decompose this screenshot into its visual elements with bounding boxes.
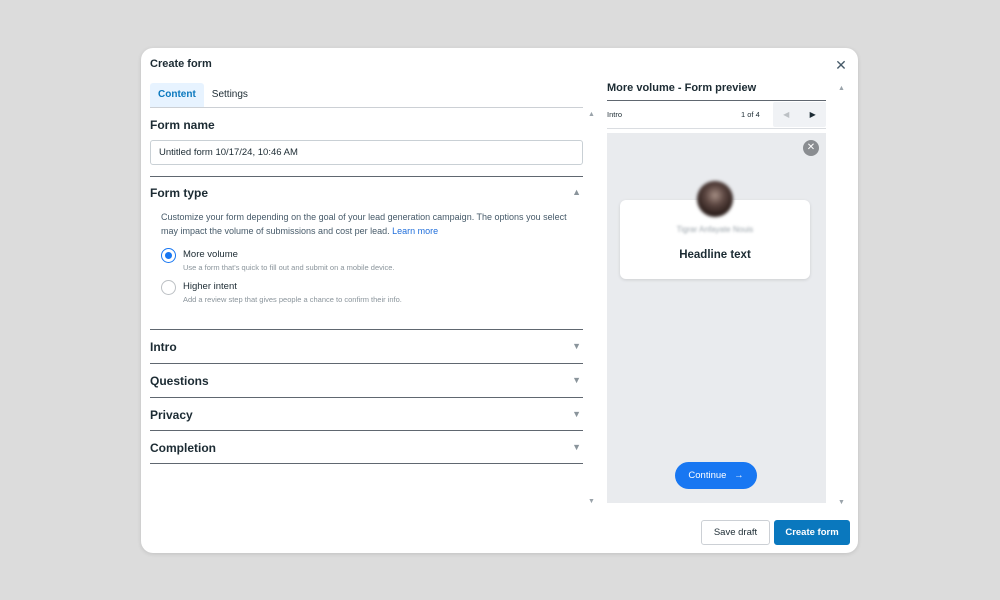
radio-description: Add a review step that gives people a ch… [183,295,402,304]
radio-higher-intent[interactable]: Higher intent Add a review step that giv… [161,280,402,304]
form-preview-canvas: ✕ Tigrar Anfayate Nouis Headline text Co… [607,133,826,503]
form-type-heading[interactable]: Form type [150,186,208,200]
form-type-description: Customize your form depending on the goa… [161,210,571,238]
arrow-right-icon: → [734,470,744,481]
preview-pager: ◀ ▶ [773,102,826,127]
radio-label: Higher intent [183,281,237,292]
scroll-up-icon[interactable]: ▲ [837,84,846,93]
scroll-down-icon[interactable]: ▼ [587,497,596,506]
section-title: Intro [150,340,177,354]
content-panel: Form name Form type ▲ Customize your for… [150,108,583,508]
chevron-down-icon[interactable]: ▼ [572,442,581,452]
previous-page-icon[interactable]: ◀ [773,102,800,127]
chevron-down-icon[interactable]: ▼ [572,375,581,385]
close-icon: ✕ [803,140,819,156]
preview-step-label: Intro [607,110,623,119]
save-draft-button[interactable]: Save draft [701,520,770,545]
page-name: Tigrar Anfayate Nouis [676,225,754,234]
section-title: Privacy [150,408,193,422]
section-divider [150,176,583,177]
learn-more-link[interactable]: Learn more [392,226,438,236]
preview-title-divider [607,100,826,101]
scroll-down-icon[interactable]: ▼ [837,498,846,507]
left-scrollbar[interactable]: ▲ ▼ [585,108,598,508]
avatar [697,181,733,217]
tab-content[interactable]: Content [150,83,204,107]
form-name-heading: Form name [150,118,215,132]
scroll-up-icon[interactable]: ▲ [587,110,596,119]
radio-label: More volume [183,249,238,260]
section-title: Completion [150,441,216,455]
section-intro[interactable]: Intro ▼ [150,330,583,363]
tab-settings[interactable]: Settings [204,83,256,107]
form-name-input[interactable] [150,140,583,165]
preview-navigation: Intro 1 of 4 ◀ ▶ [607,102,826,127]
preview-nav-divider [607,128,826,129]
section-title: Questions [150,374,209,388]
preview-title: More volume - Form preview [607,82,757,94]
section-completion[interactable]: Completion ▼ [150,431,583,464]
chevron-up-icon[interactable]: ▲ [572,187,581,197]
radio-button[interactable] [161,280,176,295]
radio-more-volume[interactable]: More volume Use a form that's quick to f… [161,248,395,272]
radio-description: Use a form that's quick to fill out and … [183,263,395,272]
form-type-description-text: Customize your form depending on the goa… [161,212,567,236]
section-divider [150,463,583,464]
close-icon[interactable]: ✕ [834,58,848,72]
continue-label: Continue [688,470,727,481]
chevron-down-icon[interactable]: ▼ [572,341,581,351]
section-questions[interactable]: Questions ▼ [150,364,583,397]
radio-button-checked[interactable] [161,248,176,263]
create-form-dialog: Create form ✕ Content Settings Form name… [141,48,858,553]
create-form-button[interactable]: Create form [774,520,850,545]
tab-bar: Content Settings [150,83,256,107]
right-scrollbar[interactable]: ▲ ▼ [835,82,848,509]
headline-text: Headline text [679,249,751,261]
continue-button: Continue → [675,462,757,489]
next-page-icon[interactable]: ▶ [800,102,827,127]
preview-page-count: 1 of 4 [741,110,760,119]
chevron-down-icon[interactable]: ▼ [572,409,581,419]
section-privacy[interactable]: Privacy ▼ [150,398,583,431]
dialog-title: Create form [150,58,212,70]
